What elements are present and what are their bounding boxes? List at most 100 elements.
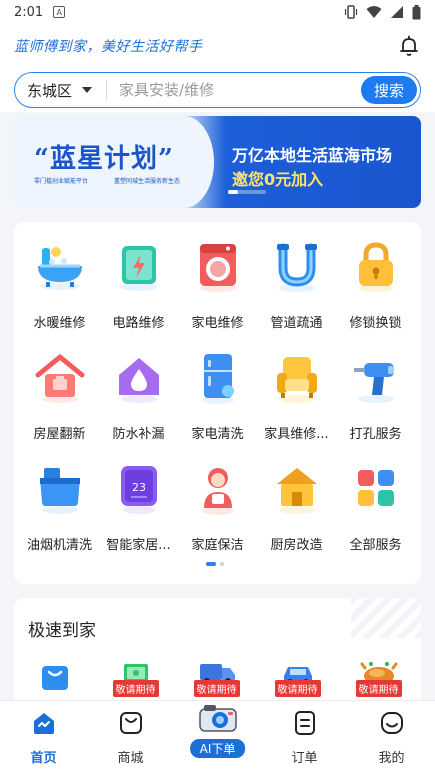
- svg-text:23: 23: [132, 481, 146, 494]
- search-bar: 东城区 搜索: [14, 72, 421, 108]
- service-label: 防水补漏: [112, 427, 165, 442]
- speed-item[interactable]: 敬请期待: [338, 658, 419, 698]
- banner-subtitle-1: 零门槛创业赋能平台: [34, 178, 89, 185]
- bell-icon[interactable]: [397, 34, 421, 58]
- range-hood-icon: [30, 458, 90, 518]
- battery-icon: [412, 4, 421, 19]
- status-bar: 2:01 A: [0, 0, 435, 24]
- chevron-down-icon[interactable]: [82, 87, 93, 93]
- service-item[interactable]: 水暖维修: [20, 236, 99, 347]
- lock-icon: [346, 236, 406, 296]
- tab-item[interactable]: 首页: [0, 701, 87, 773]
- tab-label: 商城: [117, 751, 144, 766]
- service-item[interactable]: 电路维修: [99, 236, 178, 347]
- status-time: 2:01: [14, 4, 44, 20]
- coming-soon-badge: 敬请期待: [274, 680, 321, 697]
- service-item[interactable]: 23 智能家居...: [99, 458, 178, 569]
- services-grid: 水暖维修 电路维修 家电维修 管道疏通 修锁换锁房屋翻新 防水补漏 家电清洗 家具维修... 打…: [20, 236, 415, 569]
- search-input[interactable]: [119, 81, 340, 99]
- tab-label: 我的: [378, 751, 405, 766]
- speed-items: 敬请期待 敬请期待 敬请期待 敬请期待: [14, 658, 421, 698]
- page-dot: [220, 562, 224, 566]
- tab-label: 订单: [291, 751, 318, 766]
- tab-label: 首页: [30, 751, 57, 766]
- house-icon: [30, 347, 90, 407]
- service-item[interactable]: 厨房改造: [257, 458, 336, 569]
- page-dot-active: [206, 562, 216, 566]
- search-button[interactable]: 搜索: [361, 76, 417, 104]
- service-label: 房屋翻新: [33, 427, 86, 442]
- order-icon: [291, 709, 319, 741]
- home-icon: [30, 709, 58, 741]
- waterproof-icon: [109, 347, 169, 407]
- service-label: 修锁换锁: [349, 316, 402, 331]
- service-item[interactable]: 全部服务: [336, 458, 415, 569]
- service-item[interactable]: 房屋翻新: [20, 347, 99, 458]
- decorative-stripes: [351, 598, 421, 638]
- app-header: 蓝师傅到家，美好生活好帮手: [0, 24, 435, 68]
- camera-icon: [196, 701, 240, 739]
- sofa-icon: [267, 347, 327, 407]
- thermostat-icon: 23: [109, 458, 169, 518]
- service-label: 家电维修: [191, 316, 244, 331]
- service-label: 家电清洗: [191, 427, 244, 442]
- banner-cta-text: 邀您0元加入: [232, 170, 324, 189]
- service-item[interactable]: 家具维修...: [257, 347, 336, 458]
- service-item[interactable]: 家电维修: [178, 236, 257, 347]
- service-label: 管道疏通: [270, 316, 323, 331]
- tab-item[interactable]: 我的: [348, 701, 435, 773]
- service-label: 家具维修...: [264, 427, 329, 442]
- service-label: 家庭保洁: [191, 538, 244, 553]
- vibrate-icon: [344, 5, 358, 19]
- signal-icon: [391, 6, 403, 18]
- wifi-icon: [366, 6, 382, 18]
- service-item[interactable]: 打孔服务: [336, 347, 415, 458]
- banner-subtitle-2: 重塑同城生活服务新生态: [114, 178, 181, 185]
- profile-icon: [378, 709, 406, 741]
- district-selector[interactable]: 东城区: [27, 80, 72, 101]
- service-item[interactable]: 修锁换锁: [336, 236, 415, 347]
- banner-headline: 万亿本地生活蓝海市场: [232, 146, 393, 165]
- speed-item[interactable]: 敬请期待: [257, 658, 338, 698]
- notification-icon: A: [53, 6, 66, 18]
- coming-soon-badge: 敬请期待: [193, 680, 240, 697]
- tab-item[interactable]: AI下单: [174, 701, 261, 773]
- washing-machine-icon: [188, 236, 248, 296]
- tab-item[interactable]: 订单: [261, 701, 348, 773]
- bathtub-icon: [30, 236, 90, 296]
- speed-item[interactable]: 敬请期待: [176, 658, 257, 698]
- service-item[interactable]: 管道疏通: [257, 236, 336, 347]
- tab-item[interactable]: 商城: [87, 701, 174, 773]
- cleaner-icon: [188, 458, 248, 518]
- service-label: 智能家居...: [106, 538, 171, 553]
- service-item[interactable]: 防水补漏: [99, 347, 178, 458]
- service-label: 电路维修: [112, 316, 165, 331]
- all-services-icon: [346, 458, 406, 518]
- tab-label: AI下单: [189, 739, 246, 758]
- pipe-icon: [267, 236, 327, 296]
- service-label: 厨房改造: [270, 538, 323, 553]
- page-indicator: [206, 562, 224, 566]
- service-item[interactable]: 家庭保洁: [178, 458, 257, 569]
- speed-title: 极速到家: [28, 621, 96, 641]
- speed-item[interactable]: [14, 658, 95, 698]
- service-item[interactable]: 家电清洗: [178, 347, 257, 458]
- promo-banner[interactable]: “蓝星计划” 零门槛创业赋能平台 重塑同城生活服务新生态 万亿本地生活蓝海市场 …: [14, 116, 421, 208]
- search-divider: [106, 80, 108, 100]
- shopping-bag-icon: [37, 658, 73, 698]
- slogan: 蓝师傅到家，美好生活好帮手: [14, 39, 203, 55]
- service-label: 打孔服务: [349, 427, 402, 442]
- banner-title: “蓝星计划”: [34, 144, 174, 174]
- bag-icon: [117, 709, 145, 741]
- coming-soon-badge: 敬请期待: [355, 680, 402, 697]
- services-card: 水暖维修 电路维修 家电维修 管道疏通 修锁换锁房屋翻新 防水补漏 家电清洗 家具维修... 打…: [14, 222, 421, 584]
- fridge-icon: [188, 347, 248, 407]
- speed-section: 极速到家 敬请期待 敬请期待 敬请期待 敬请期待: [14, 598, 421, 708]
- service-item[interactable]: 油烟机清洗: [20, 458, 99, 569]
- service-label: 水暖维修: [33, 316, 86, 331]
- speed-item[interactable]: 敬请期待: [95, 658, 176, 698]
- bottom-tab-bar: 首页 商城 AI下单订单 我的: [0, 700, 435, 773]
- electric-box-icon: [109, 236, 169, 296]
- kitchen-house-icon: [267, 458, 327, 518]
- coming-soon-badge: 敬请期待: [112, 680, 159, 697]
